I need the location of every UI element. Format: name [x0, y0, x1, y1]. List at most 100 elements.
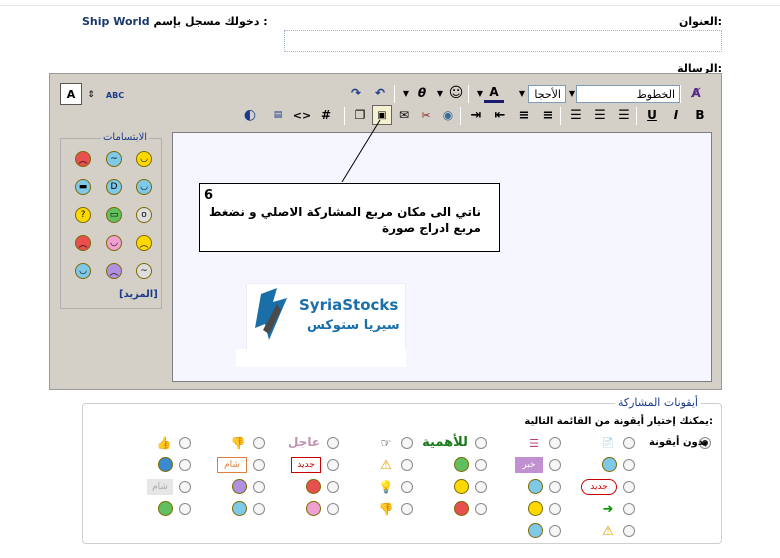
- separator: [460, 107, 461, 125]
- syriastocks-logo: SyriaStocks سيريا ستوكس: [246, 283, 406, 351]
- title-input[interactable]: [284, 30, 722, 52]
- align-right-icon[interactable]: ☰: [614, 105, 634, 125]
- speech-icon[interactable]: ◐: [240, 105, 260, 125]
- unordered-list-icon[interactable]: ≡: [514, 105, 534, 125]
- code-button[interactable]: <>: [292, 105, 312, 125]
- hand-point-icon: ☞: [380, 436, 392, 450]
- post-icon-radio[interactable]: [475, 481, 487, 493]
- bold-label: B: [695, 108, 705, 122]
- big-grin-icon[interactable]: D: [106, 179, 122, 195]
- post-icon-radio[interactable]: [179, 481, 191, 493]
- separator: [636, 107, 637, 125]
- separator: [560, 107, 561, 125]
- post-icon-radio[interactable]: [549, 525, 561, 537]
- post-icon-radio[interactable]: [327, 481, 339, 493]
- post-icon-radio[interactable]: [623, 525, 635, 537]
- frown-icon[interactable]: ︵: [136, 235, 152, 251]
- italic-button[interactable]: I: [666, 105, 686, 125]
- important-badge-icon: للأهمية: [422, 434, 468, 450]
- post-icon-radio[interactable]: [623, 437, 635, 449]
- post-icon-radio[interactable]: [179, 459, 191, 471]
- cool-icon[interactable]: ▬: [75, 179, 91, 195]
- size-select[interactable]: الأحجا: [528, 85, 566, 103]
- smile-icon[interactable]: ◡: [136, 151, 152, 167]
- help-icon: [158, 457, 173, 472]
- post-icon-radio[interactable]: [253, 481, 265, 493]
- smiley-insert-icon[interactable]: ☺: [446, 83, 466, 103]
- outdent-icon[interactable]: ⇤: [490, 105, 510, 125]
- indent-icon[interactable]: ⇥: [466, 105, 486, 125]
- underline-button[interactable]: U: [642, 105, 662, 125]
- align-center-icon[interactable]: ☰: [590, 105, 610, 125]
- sad-icon[interactable]: ︵: [106, 263, 122, 279]
- unlink-icon[interactable]: ✂: [416, 105, 436, 125]
- ordered-list-icon[interactable]: ≡: [538, 105, 558, 125]
- dizzy-icon[interactable]: ~: [136, 263, 152, 279]
- callout-step-number: 6: [204, 188, 214, 203]
- post-icon-radio[interactable]: [401, 503, 413, 515]
- redo-icon[interactable]: ↷: [346, 83, 366, 103]
- post-icon-radio[interactable]: [401, 437, 413, 449]
- post-icon-radio[interactable]: [623, 503, 635, 515]
- bold-button[interactable]: B: [690, 105, 710, 125]
- email-icon[interactable]: ✉: [394, 105, 414, 125]
- post-icon-radio[interactable]: [549, 459, 561, 471]
- font-select-arrow-icon[interactable]: ▼: [566, 85, 578, 101]
- size-select-arrow-icon[interactable]: ▼: [516, 85, 528, 101]
- post-icon-radio[interactable]: [475, 503, 487, 515]
- post-icon-radio[interactable]: [623, 459, 635, 471]
- undo-icon[interactable]: ↶: [370, 83, 390, 103]
- post-icon-radio[interactable]: [253, 503, 265, 515]
- confused-icon[interactable]: ~: [106, 151, 122, 167]
- post-icon-radio[interactable]: [549, 503, 561, 515]
- more-smilies-link[interactable]: [المزيد]: [119, 289, 158, 300]
- post-icon-radio[interactable]: [549, 437, 561, 449]
- thumbs-down-icon: 👎: [378, 502, 394, 516]
- mad-icon[interactable]: ︵: [75, 151, 91, 167]
- lightbulb-icon: 💡: [378, 480, 394, 494]
- smiley-arrow-icon[interactable]: ▼: [434, 85, 446, 101]
- spellcheck-icon[interactable]: ABC: [104, 84, 126, 106]
- link-arrow-icon[interactable]: ▼: [400, 85, 412, 101]
- post-icon-radio[interactable]: [327, 503, 339, 515]
- post-icon-radio[interactable]: [401, 481, 413, 493]
- remove-format-icon[interactable]: A̸: [686, 83, 706, 103]
- align-left-icon[interactable]: ☰: [566, 105, 586, 125]
- tongue-icon[interactable]: ◡: [106, 235, 122, 251]
- question-icon[interactable]: ?: [75, 207, 91, 223]
- grin-icon[interactable]: ▭: [106, 207, 122, 223]
- font-select[interactable]: الخطوط: [576, 85, 680, 103]
- post-icon-radio[interactable]: [475, 437, 487, 449]
- post-icon-radio[interactable]: [179, 503, 191, 515]
- post-icon-radio[interactable]: [253, 459, 265, 471]
- grin-icon: [158, 501, 173, 516]
- post-icon-radio[interactable]: [179, 437, 191, 449]
- post-icon-radio[interactable]: [401, 459, 413, 471]
- bars-icon: ☰: [529, 436, 539, 450]
- link-icon[interactable]: θ: [412, 83, 432, 103]
- eek-icon[interactable]: o: [136, 207, 152, 223]
- php-icon[interactable]: ▤: [268, 105, 288, 125]
- post-icon-radio[interactable]: [549, 481, 561, 493]
- happy-icon[interactable]: ◡: [75, 263, 91, 279]
- wink-icon[interactable]: ◡: [136, 179, 152, 195]
- switch-mode-icon[interactable]: A: [60, 83, 82, 105]
- username: Ship World: [82, 15, 150, 28]
- post-icon-radio[interactable]: [253, 437, 265, 449]
- separator: [394, 85, 395, 103]
- angry-icon[interactable]: ︵: [75, 235, 91, 251]
- separator: [680, 85, 681, 103]
- news-badge-icon: خبر: [515, 457, 543, 473]
- font-color-label: A: [489, 84, 499, 99]
- post-icon-radio[interactable]: [475, 459, 487, 471]
- urgent-badge-icon: عاجل: [287, 435, 321, 449]
- post-icon-radio[interactable]: [327, 459, 339, 471]
- login-prefix: دخولك مسجل بإسم :: [153, 15, 268, 28]
- post-icon-radio[interactable]: [623, 481, 635, 493]
- font-color-arrow-icon[interactable]: ▼: [474, 85, 486, 101]
- post-icon-radio[interactable]: [327, 437, 339, 449]
- font-color-button[interactable]: A: [484, 83, 504, 103]
- resize-icon[interactable]: ⇕: [86, 84, 96, 106]
- globe-icon[interactable]: ◉: [438, 105, 458, 125]
- underline-label: U: [647, 108, 657, 122]
